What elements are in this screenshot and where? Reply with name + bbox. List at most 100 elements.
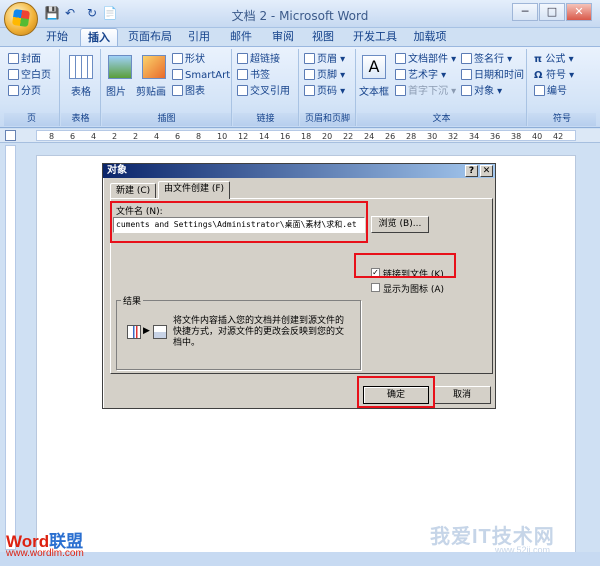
tab-view[interactable]: 视图 bbox=[306, 28, 340, 46]
link-file-icon bbox=[153, 325, 167, 339]
ruler-number: 30 bbox=[427, 132, 438, 141]
tab-create-new[interactable]: 新建 (C) bbox=[110, 183, 157, 199]
number-icon bbox=[534, 85, 545, 96]
tab-review[interactable]: 审阅 bbox=[266, 28, 300, 46]
watermark-52ij-url: www.52ij.com bbox=[495, 545, 551, 555]
ruler-number: 42 bbox=[553, 132, 564, 141]
group-label-illustrations: 插图 bbox=[102, 113, 231, 126]
ruler-number: 2 bbox=[133, 132, 139, 141]
group-label-header-footer: 页眉和页脚 bbox=[300, 113, 355, 126]
cross-reference-button[interactable]: 交叉引用 bbox=[237, 85, 290, 99]
object-dialog: 对象 ? ✕ 新建 (C) 由文件创建 (F) 文件名 (N): cuments… bbox=[102, 163, 496, 409]
group-symbols: π 公式 ▾ Ω 符号 ▾ 编号 符号 bbox=[528, 49, 596, 126]
footer-icon bbox=[304, 69, 315, 80]
textbox-icon: A bbox=[362, 55, 386, 79]
chart-button[interactable]: 图表 bbox=[172, 85, 205, 99]
table-button[interactable]: 表格 bbox=[61, 83, 101, 98]
tab-insert[interactable]: 插入 bbox=[80, 28, 118, 46]
tab-mailings[interactable]: 邮件 bbox=[224, 28, 258, 46]
document-icon bbox=[127, 325, 141, 339]
tab-create-from-file[interactable]: 由文件创建 (F) bbox=[158, 181, 231, 199]
highlight-filename bbox=[110, 201, 368, 243]
ruler-bar: 8 6 4 2 2 4 6 8 10 12 14 16 18 20 22 24 26 28 30 32 34 36 38 40… bbox=[0, 129, 600, 143]
cancel-button[interactable]: 取消 bbox=[433, 386, 491, 404]
vertical-ruler[interactable] bbox=[5, 145, 16, 550]
pi-icon: π bbox=[534, 54, 546, 65]
tab-addins[interactable]: 加载项 bbox=[408, 28, 452, 46]
ruler-number: 34 bbox=[469, 132, 480, 141]
header-button[interactable]: 页眉 ▾ bbox=[304, 53, 345, 67]
symbol-button[interactable]: Ω 符号 ▾ bbox=[534, 69, 574, 83]
equation-button[interactable]: π 公式 ▾ bbox=[534, 53, 574, 67]
group-label-text: 文本 bbox=[357, 113, 526, 126]
ruler-number: 22 bbox=[343, 132, 354, 141]
ruler-number: 40 bbox=[532, 132, 543, 141]
number-button[interactable]: 编号 bbox=[534, 85, 567, 99]
result-group: 结果 ▶ 将文件内容插入您的文档并创建到源文件的 快捷方式，对源文件的更改会反映… bbox=[116, 294, 361, 370]
group-label-links: 链接 bbox=[233, 113, 298, 126]
drop-cap-icon bbox=[395, 85, 406, 96]
smartart-button[interactable]: SmartArt bbox=[172, 69, 230, 83]
textbox-button[interactable]: 文本框 bbox=[359, 83, 389, 98]
date-time-icon bbox=[461, 69, 472, 80]
page-break-icon bbox=[8, 85, 19, 96]
page-number-button[interactable]: 页码 ▾ bbox=[304, 85, 345, 99]
ruler-number: 12 bbox=[238, 132, 249, 141]
watermark-word-union-url: www.wordlm.com bbox=[6, 548, 84, 559]
group-label-pages: 页 bbox=[4, 113, 59, 126]
picture-button[interactable]: 图片 bbox=[106, 83, 126, 98]
ruler-number: 36 bbox=[490, 132, 501, 141]
page-break-button[interactable]: 分页 bbox=[8, 85, 41, 99]
quick-parts-button[interactable]: 文档部件 ▾ bbox=[395, 53, 456, 67]
ruler-number: 2 bbox=[112, 132, 118, 141]
object-icon bbox=[461, 85, 472, 96]
group-label-table: 表格 bbox=[61, 113, 100, 126]
tab-page-layout[interactable]: 页面布局 bbox=[124, 28, 176, 46]
tab-selector-icon[interactable] bbox=[5, 130, 16, 141]
shapes-icon bbox=[172, 53, 183, 64]
group-illustrations: 图片 剪贴画 形状 SmartArt 图表 插图 bbox=[102, 49, 232, 126]
bookmark-icon bbox=[237, 69, 248, 80]
close-button[interactable]: ✕ bbox=[566, 3, 592, 21]
ruler-number: 16 bbox=[280, 132, 291, 141]
help-button[interactable]: ? bbox=[465, 165, 478, 177]
ruler-number: 14 bbox=[259, 132, 270, 141]
show-as-icon-label: 显示为图标 (A) bbox=[383, 285, 445, 295]
dialog-title: 对象 bbox=[107, 165, 127, 176]
bookmark-button[interactable]: 书签 bbox=[237, 69, 270, 83]
object-button[interactable]: 对象 ▾ bbox=[461, 85, 502, 99]
date-time-button[interactable]: 日期和时间 bbox=[461, 69, 524, 83]
result-label: 结果 bbox=[121, 294, 144, 307]
restore-button[interactable]: □ bbox=[539, 3, 565, 21]
smartart-icon bbox=[172, 69, 183, 80]
wordart-button[interactable]: 艺术字 ▾ bbox=[395, 69, 446, 83]
office-button[interactable] bbox=[4, 2, 38, 36]
tab-references[interactable]: 引用 bbox=[182, 28, 216, 46]
group-label-symbols: 符号 bbox=[528, 113, 596, 126]
blank-page-button[interactable]: 空白页 bbox=[8, 69, 51, 83]
footer-button[interactable]: 页脚 ▾ bbox=[304, 69, 345, 83]
drop-cap-button[interactable]: 首字下沉 ▾ bbox=[395, 85, 456, 99]
dialog-close-button[interactable]: ✕ bbox=[480, 165, 493, 177]
hyperlink-icon bbox=[237, 53, 248, 64]
hyperlink-button[interactable]: 超链接 bbox=[237, 53, 280, 67]
clipart-button[interactable]: 剪贴画 bbox=[136, 83, 166, 98]
ruler-number: 10 bbox=[217, 132, 228, 141]
browse-button[interactable]: 浏览 (B)... bbox=[371, 216, 429, 233]
tab-developer[interactable]: 开发工具 bbox=[348, 28, 402, 46]
ruler-number: 18 bbox=[301, 132, 312, 141]
show-as-icon-checkbox[interactable] bbox=[371, 283, 380, 292]
page-number-icon bbox=[304, 85, 315, 96]
signature-line-button[interactable]: 签名行 ▾ bbox=[461, 53, 512, 67]
ruler-number: 20 bbox=[322, 132, 333, 141]
window-title: 文档 2 - Microsoft Word bbox=[231, 9, 369, 23]
table-icon bbox=[69, 55, 93, 79]
group-pages: 封面 空白页 分页 页 bbox=[4, 49, 60, 126]
shapes-button[interactable]: 形状 bbox=[172, 53, 205, 67]
minimize-button[interactable]: ─ bbox=[512, 3, 538, 21]
horizontal-ruler[interactable]: 8 6 4 2 2 4 6 8 10 12 14 16 18 20 22 24 26 28 30 32 34 36 38 40… bbox=[36, 130, 576, 141]
chart-icon bbox=[172, 85, 183, 96]
tab-home[interactable]: 开始 bbox=[40, 28, 74, 46]
cover-page-button[interactable]: 封面 bbox=[8, 53, 41, 67]
blank-page-icon bbox=[8, 69, 19, 80]
